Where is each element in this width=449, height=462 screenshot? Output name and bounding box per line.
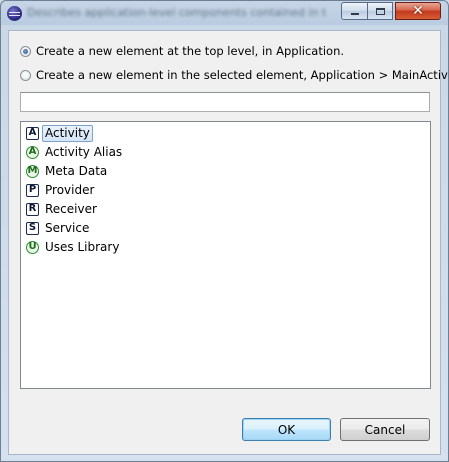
- meta-data-label: Meta Data: [45, 163, 108, 178]
- option-selected-element-label: Create a new element in the selected ele…: [36, 68, 449, 82]
- ok-button[interactable]: OK: [242, 418, 331, 441]
- radio-selected-element[interactable]: [20, 69, 31, 81]
- maximize-icon: [375, 7, 385, 15]
- title-bar[interactable]: Describes application-level components c…: [1, 1, 448, 25]
- filter-input[interactable]: [20, 92, 430, 112]
- list-item-provider[interactable]: P Provider: [26, 181, 97, 199]
- service-icon: S: [26, 221, 39, 235]
- service-label: Service: [45, 220, 90, 235]
- dialog-content: Create a new element at the top level, i…: [8, 30, 449, 455]
- option-selected-element[interactable]: Create a new element in the selected ele…: [20, 67, 449, 83]
- receiver-icon: R: [26, 202, 39, 216]
- dialog-window: Describes application-level components c…: [0, 0, 449, 462]
- minimize-button[interactable]: [341, 2, 368, 20]
- close-button[interactable]: ✕: [395, 2, 441, 20]
- cancel-button[interactable]: Cancel: [340, 418, 430, 441]
- activity-alias-icon: A: [26, 145, 39, 159]
- list-item-activity[interactable]: A Activity: [26, 124, 93, 142]
- activity-label: Activity: [42, 124, 93, 142]
- provider-label: Provider: [45, 182, 95, 197]
- window-title: Describes application-level components c…: [27, 6, 327, 19]
- receiver-label: Receiver: [45, 201, 97, 216]
- meta-data-icon: M: [26, 164, 39, 178]
- option-top-level[interactable]: Create a new element at the top level, i…: [20, 43, 344, 59]
- provider-icon: P: [26, 183, 39, 197]
- uses-library-label: Uses Library: [45, 239, 120, 254]
- minimize-icon: [350, 13, 359, 15]
- activity-icon: A: [26, 126, 39, 140]
- list-item-activity-alias[interactable]: A Activity Alias: [26, 143, 125, 161]
- activity-alias-label: Activity Alias: [45, 144, 123, 159]
- element-list[interactable]: A Activity A Activity Alias M Meta Data P Provi…: [20, 121, 431, 389]
- list-item-uses-library[interactable]: U Uses Library: [26, 238, 122, 256]
- close-icon: ✕: [412, 3, 424, 19]
- list-item-service[interactable]: S Service: [26, 219, 92, 237]
- maximize-button[interactable]: [367, 2, 393, 20]
- eclipse-app-icon: [7, 6, 22, 21]
- list-item-meta-data[interactable]: M Meta Data: [26, 162, 110, 180]
- uses-library-icon: U: [26, 240, 39, 254]
- option-top-level-label: Create a new element at the top level, i…: [36, 44, 345, 58]
- radio-top-level[interactable]: [20, 45, 31, 57]
- list-item-receiver[interactable]: R Receiver: [26, 200, 100, 218]
